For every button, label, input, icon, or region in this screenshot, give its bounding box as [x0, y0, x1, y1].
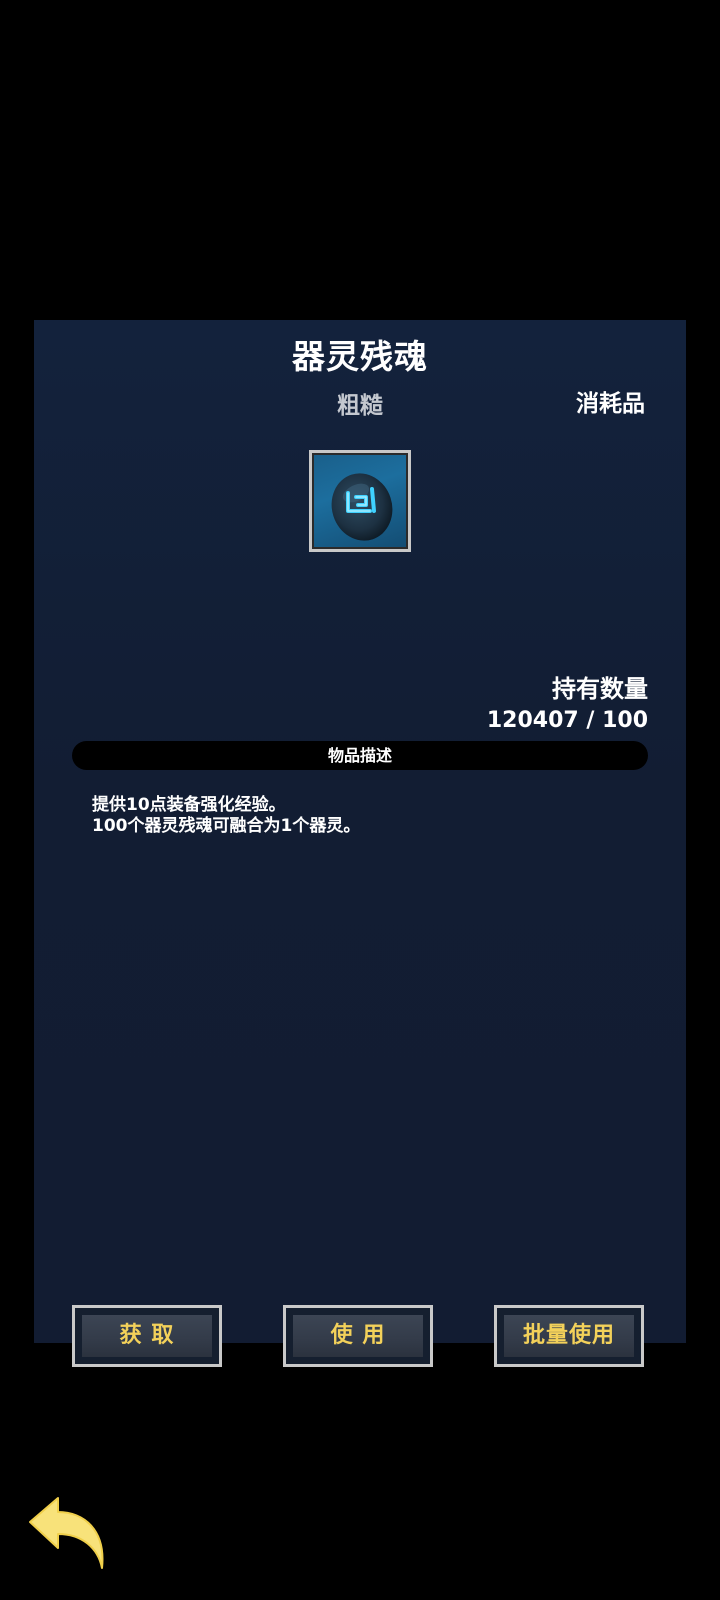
use-button[interactable]: 使 用: [283, 1305, 433, 1367]
item-name: 器灵残魂: [292, 337, 428, 376]
get-button-label: 获 取: [82, 1315, 212, 1357]
item-icon-frame: [309, 450, 411, 552]
description-text: 提供10点装备强化经验。 100个器灵残魂可融合为1个器灵。: [92, 795, 632, 837]
get-button[interactable]: 获 取: [72, 1305, 222, 1367]
description-line: 100个器灵残魂可融合为1个器灵。: [92, 816, 361, 836]
use-button-label: 使 用: [293, 1315, 423, 1357]
back-arrow-icon: [29, 1497, 104, 1569]
batch-use-button[interactable]: 批量使用: [494, 1305, 644, 1367]
item-detail-screen: 器灵残魂 粗糙 消耗品 持有数量 120407 / 100 物品描述 提供10点…: [0, 0, 720, 1600]
item-category: 消耗品: [576, 391, 645, 417]
back-button[interactable]: [26, 1492, 110, 1576]
holdings-label: 持有数量: [552, 675, 648, 703]
batch-use-button-label: 批量使用: [504, 1315, 634, 1357]
holdings-count: 120407 / 100: [486, 708, 648, 733]
description-line: 提供10点装备强化经验。: [92, 795, 286, 815]
soul-rune-stone-icon: [331, 473, 393, 541]
description-header: 物品描述: [72, 741, 648, 770]
